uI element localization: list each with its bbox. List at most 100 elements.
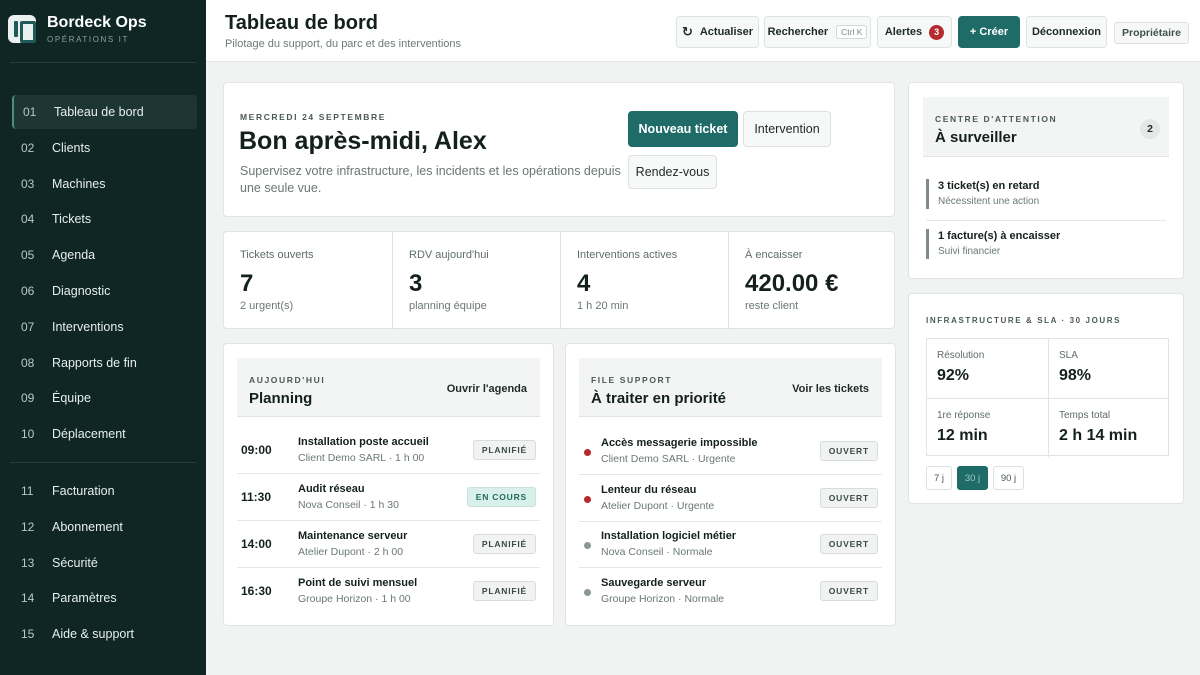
planning-row[interactable]: 09:00 Installation poste accueil Client De… — [237, 428, 540, 474]
sidebar-item-label: Facturation — [52, 484, 115, 498]
sidebar-item-label: Diagnostic — [52, 283, 111, 298]
appointment-title: Installation poste accueil — [298, 436, 429, 448]
sidebar-item-label: Paramètres — [52, 591, 117, 606]
sidebar-item-label: Tableau de bord — [54, 105, 144, 119]
sidebar-item-equipe[interactable]: 09 Équipe — [12, 381, 197, 415]
status-badge: OUVERT — [819, 487, 878, 508]
ticket-title: Sauvegarde serveur — [601, 576, 707, 589]
sidebar-item-clients[interactable]: 02 Clients — [12, 131, 197, 165]
greeting: Bon après-midi, Alex — [239, 127, 487, 155]
queue-eyebrow: FILE SUPPORT — [591, 375, 673, 385]
appointment-details: Atelier Dupont · 2 h 00 — [298, 546, 404, 558]
brand[interactable]: Bordeck Ops OPÉRATIONS IT — [8, 14, 147, 44]
top-header: Tableau de bord Pilotage du support, du … — [206, 0, 1200, 62]
attention-item-title: 3 ticket(s) en retard — [938, 180, 1040, 192]
attention-header: CENTRE D'ATTENTION À surveiller 2 — [923, 97, 1169, 157]
attention-item-subtitle: Nécessitent une action — [938, 196, 1040, 207]
sidebar-item-number: 05 — [21, 248, 35, 263]
sidebar-item-aide-support[interactable]: 15 Aide & support — [12, 617, 197, 651]
appointment-title: Point de suivi mensuel — [298, 577, 418, 589]
sidebar-item-label: Rapports de fin — [52, 355, 137, 370]
sidebar-item-tickets[interactable]: 04 Tickets — [12, 202, 197, 236]
sla-eyebrow: INFRASTRUCTURE & SLA · 30 JOURS — [926, 316, 1122, 325]
open-agenda-link[interactable]: Ouvrir l'agenda — [447, 383, 527, 395]
period-90-j-button[interactable]: 90 j — [993, 466, 1024, 490]
sidebar-item-number: 04 — [21, 212, 35, 227]
sidebar-item-facturation[interactable]: 11 Facturation — [12, 474, 197, 508]
sidebar-item-label: Aide & support — [52, 627, 134, 642]
search-button[interactable]: Rechercher Ctrl K — [764, 16, 871, 48]
ticket-row[interactable]: Sauvegarde serveur Groupe Horizon · Norma… — [579, 569, 882, 615]
ticket-details: Atelier Dupont · Urgente — [601, 499, 715, 512]
sidebar-item-label: Sécurité — [52, 555, 98, 570]
sla-metric-label: 1re réponse — [937, 410, 991, 421]
attention-count-badge: 2 — [1140, 119, 1160, 139]
create-button[interactable]: + Créer — [958, 16, 1020, 48]
stat-label: RDV aujourd'hui — [409, 249, 489, 261]
planning-row[interactable]: 11:30 Audit réseau Nova Conseil · 1 h 30 EN… — [237, 475, 540, 521]
ticket-details: Groupe Horizon · Normale — [601, 592, 725, 605]
planning-title: Planning — [249, 390, 313, 407]
stat-label: À encaisser — [745, 249, 803, 261]
status-badge: OUVERT — [819, 534, 878, 554]
attention-card: CENTRE D'ATTENTION À surveiller 2 3 tick… — [908, 82, 1184, 279]
status-badge: PLANIFIÉ — [472, 440, 536, 460]
intervention-button[interactable]: Intervention — [743, 111, 831, 147]
sidebar-item-abonnement[interactable]: 12 Abonnement — [12, 510, 197, 544]
stat-label: Interventions actives — [577, 249, 678, 261]
sidebar-item-deplacement[interactable]: 10 Déplacement — [12, 417, 197, 451]
view-tickets-link[interactable]: Voir les tickets — [792, 383, 869, 395]
appointment-details: Nova Conseil · 1 h 30 — [298, 499, 399, 511]
brand-logo-icon — [8, 15, 36, 43]
sla-metric-1re-reponse: 1re réponse 12 min — [927, 398, 1048, 457]
appointment-time: 09:00 — [241, 443, 272, 457]
stat-a-encaisser: À encaisser 420.00 € reste client — [728, 232, 896, 330]
appointment-title: Maintenance serveur — [298, 530, 408, 542]
planning-row[interactable]: 14:00 Maintenance serveur Atelier Dupont ·… — [237, 522, 540, 568]
sidebar-item-machines[interactable]: 03 Machines — [12, 167, 197, 201]
sla-metric-label: Résolution — [937, 350, 985, 361]
sla-metrics-grid: Résolution 92% SLA 98% 1re réponse 12 min Temp… — [926, 338, 1169, 457]
attention-item[interactable]: 1 facture(s) à encaisser Suivi financier — [926, 229, 1166, 259]
refresh-button[interactable]: ↻ Actualiser — [676, 16, 759, 48]
attention-item[interactable]: 3 ticket(s) en retard Nécessitent une act… — [926, 179, 1166, 209]
planning-row[interactable]: 16:30 Point de suivi mensuel Groupe Horizo… — [237, 569, 540, 615]
ticket-row[interactable]: Installation logiciel métier Nova Conseil… — [579, 522, 882, 568]
sidebar-item-number: 02 — [21, 140, 35, 155]
sidebar-item-parametres[interactable]: 14 Paramètres — [12, 581, 197, 615]
sidebar-item-label: Agenda — [52, 248, 96, 263]
attention-title: À surveiller — [935, 129, 1017, 146]
sidebar-item-agenda[interactable]: 05 Agenda — [12, 238, 197, 272]
stats-card: Tickets ouverts 7 2 urgent(s) RDV aujourd'h… — [223, 231, 896, 330]
sidebar-item-securite[interactable]: 13 Sécurité — [12, 546, 197, 580]
new-ticket-button[interactable]: Nouveau ticket — [628, 111, 738, 147]
alerts-button[interactable]: Alertes 3 — [877, 16, 952, 48]
sidebar-item-interventions[interactable]: 07 Interventions — [12, 310, 197, 344]
sla-metric-value: 12 min — [937, 427, 988, 444]
sidebar-item-rapports-de-fin[interactable]: 08 Rapports de fin — [12, 346, 197, 380]
status-badge: OUVERT — [819, 580, 878, 601]
sidebar-item-label: Machines — [52, 176, 106, 191]
planning-header: AUJOURD'HUI Planning Ouvrir l'agenda — [237, 358, 540, 417]
appointment-details: Client Demo SARL · 1 h 00 — [298, 452, 425, 464]
welcome-card: MERCREDI 24 SEPTEMBRE Bon après-midi, Al… — [223, 82, 895, 217]
logout-button[interactable]: Déconnexion — [1026, 16, 1107, 48]
ticket-row[interactable]: Accès messagerie impossible Client Demo S… — [579, 429, 882, 475]
sidebar-item-label: Interventions — [52, 319, 124, 334]
support-queue-card: FILE SUPPORT À traiter en priorité Voir … — [565, 343, 896, 626]
stat-label: Tickets ouverts — [240, 249, 314, 261]
stat-tickets-ouverts: Tickets ouverts 7 2 urgent(s) — [224, 232, 392, 330]
sidebar-item-number: 07 — [21, 319, 35, 334]
page-subtitle: Pilotage du support, du parc et des inte… — [225, 38, 462, 50]
ticket-row[interactable]: Lenteur du réseau Atelier Dupont · Urgent… — [579, 476, 882, 522]
period-30-j-button[interactable]: 30 j — [957, 466, 988, 490]
attention-eyebrow: CENTRE D'ATTENTION — [935, 114, 1058, 124]
sla-metric-sla: SLA 98% — [1048, 339, 1169, 398]
appointment-button[interactable]: Rendez-vous — [628, 155, 717, 189]
period-7-j-button[interactable]: 7 j — [926, 466, 952, 490]
role-badge: Propriétaire — [1114, 22, 1189, 44]
sla-card: INFRASTRUCTURE & SLA · 30 JOURS Résoluti… — [908, 293, 1184, 504]
sidebar-item-tableau-de-bord[interactable]: 01 Tableau de bord — [12, 95, 197, 129]
sidebar-item-diagnostic[interactable]: 06 Diagnostic — [12, 274, 197, 308]
status-badge: PLANIFIÉ — [472, 534, 536, 554]
